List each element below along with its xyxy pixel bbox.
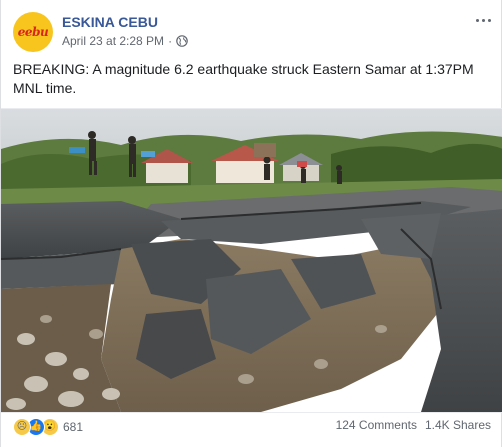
page-name-link[interactable]: ESKINA CEBU: [62, 14, 158, 30]
sad-icon: ☹: [13, 418, 31, 436]
globe-icon[interactable]: [176, 35, 188, 47]
post-meta: April 23 at 2:28 PM ·: [62, 34, 188, 48]
ellipsis-icon[interactable]: [473, 12, 493, 28]
shares-count-link[interactable]: 1.4K Shares: [425, 418, 491, 432]
facebook-post: eebu ESKINA CEBU April 23 at 2:28 PM · B…: [0, 0, 502, 447]
meta-separator: ·: [168, 34, 173, 48]
post-header: eebu ESKINA CEBU April 23 at 2:28 PM ·: [13, 12, 493, 52]
page-logo: eebu: [17, 25, 49, 39]
post-photo[interactable]: [1, 108, 502, 413]
reaction-count: 681: [63, 420, 84, 434]
page-avatar[interactable]: eebu: [13, 12, 53, 52]
post-body-text: BREAKING: A magnitude 6.2 earthquake str…: [13, 61, 474, 96]
post-timestamp[interactable]: April 23 at 2:28 PM: [62, 34, 164, 48]
comments-count-link[interactable]: 124 Comments: [336, 418, 417, 432]
engagement-counts: 124 Comments 1.4K Shares: [336, 418, 491, 432]
cracked-road-earthquake-photo: [1, 109, 502, 412]
reactions-summary[interactable]: ☹ 👍 😮 681: [13, 418, 83, 436]
post-footer: ☹ 👍 😮 681 124 Comments 1.4K Shares: [13, 418, 491, 438]
